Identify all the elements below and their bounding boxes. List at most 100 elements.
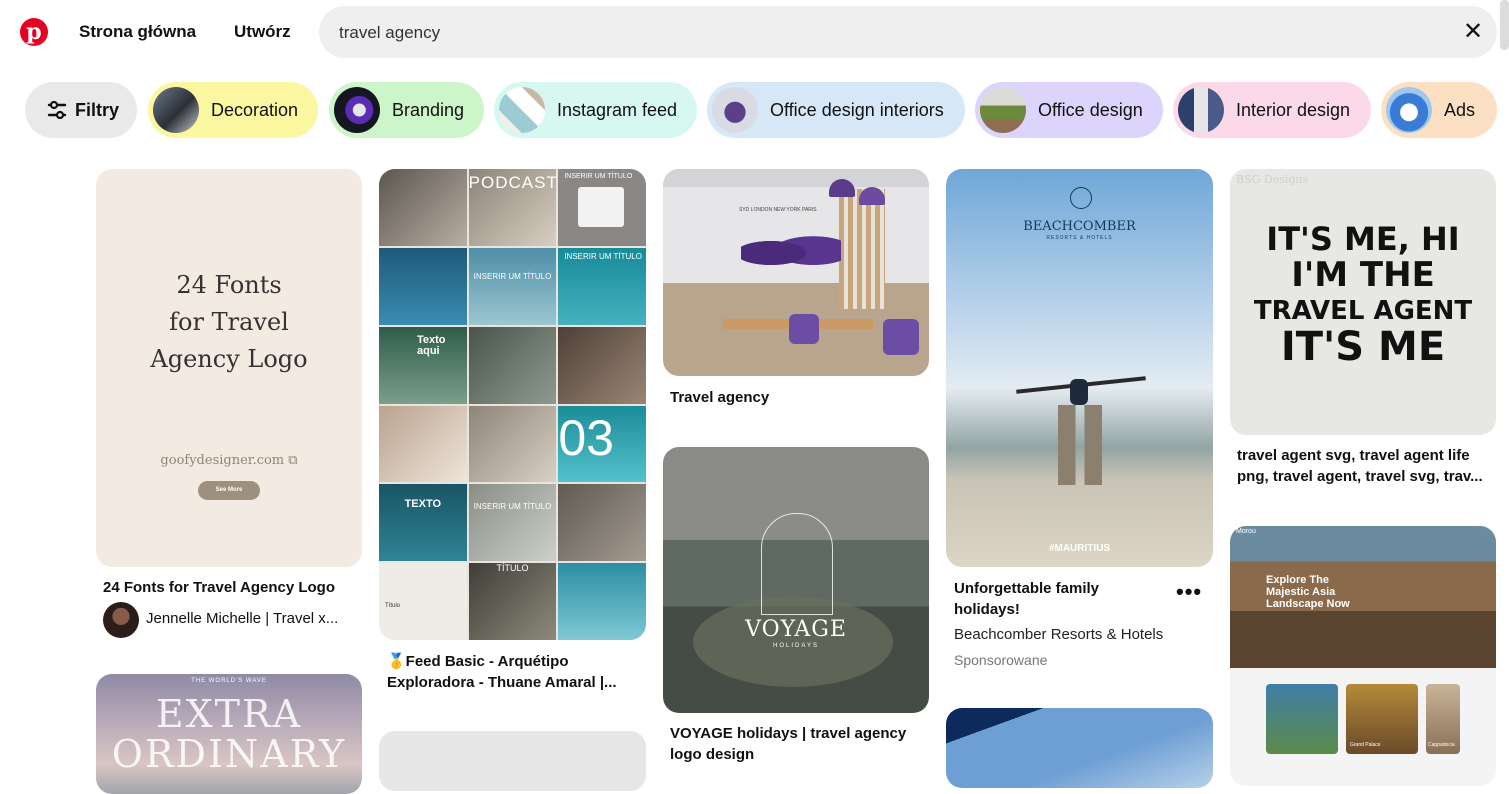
tile-text: TÍTULO bbox=[496, 563, 529, 574]
pin-image[interactable]: THE WORLD'S WAVE EXTRA ORDINARY bbox=[96, 674, 362, 794]
image-headline: EXTRA ORDINARY bbox=[96, 694, 362, 774]
chip-thumbnail bbox=[153, 87, 199, 133]
pin-title[interactable]: Unforgettable family holidays! bbox=[954, 578, 1154, 620]
headline-line: Explore The bbox=[1266, 574, 1329, 586]
chip-thumbnail bbox=[1386, 87, 1432, 133]
pin-image[interactable] bbox=[379, 731, 646, 791]
pin-image[interactable]: SYD LONDON NEW YORK PARIS bbox=[663, 169, 929, 376]
pin-image[interactable]: 24 Fonts for Travel Agency Logo goofydes… bbox=[96, 169, 362, 567]
advertiser-name[interactable]: Beachcomber Resorts & Hotels bbox=[954, 626, 1209, 643]
chip-thumbnail bbox=[712, 87, 758, 133]
brand-text: BEACHCOMBER bbox=[1023, 219, 1136, 234]
pin-fonts[interactable]: 24 Fonts for Travel Agency Logo goofydes… bbox=[96, 169, 362, 639]
chip-thumbnail bbox=[1178, 87, 1224, 133]
grid-tile: PODCAST bbox=[468, 169, 557, 246]
filters-button[interactable]: Filtry bbox=[25, 82, 137, 138]
pin-placeholder[interactable] bbox=[379, 731, 646, 791]
site-brand: Morou bbox=[1236, 528, 1256, 535]
pin-title[interactable]: 🥇Feed Basic - Arquétipo Exploradora - Th… bbox=[387, 651, 642, 693]
beachcomber-logo-icon bbox=[1070, 187, 1092, 209]
pin-image[interactable]: PODCAST INSERIR UM TÍTULO INSERIR UM TÍT… bbox=[379, 169, 646, 640]
pin-sky[interactable] bbox=[946, 708, 1213, 788]
voyage-logo-arch bbox=[761, 513, 833, 615]
pin-image[interactable]: VOYAGE HOLIDAYS bbox=[663, 447, 929, 713]
ceiling bbox=[663, 169, 929, 187]
hero-headline: Explore The Majestic Asia Landscape Now bbox=[1266, 574, 1350, 610]
pin-voyage[interactable]: VOYAGE HOLIDAYS VOYAGE holidays | travel… bbox=[663, 447, 929, 763]
pinterest-logo-icon[interactable]: p bbox=[20, 18, 48, 46]
see-more-button-image: See More bbox=[198, 481, 260, 500]
grid-tile: INSERIR UM TÍTULO bbox=[558, 169, 646, 246]
grid-tile bbox=[558, 484, 646, 562]
pin-author[interactable]: Jennelle Michelle | Travel x... bbox=[146, 610, 356, 627]
grid-tile bbox=[558, 563, 646, 640]
grid-tile: 03 bbox=[558, 405, 646, 483]
headline-line: Majestic Asia bbox=[1266, 586, 1336, 598]
pin-travel-agent-svg[interactable]: BSG Designs IT'S ME, HI I'M THE TRAVEL A… bbox=[1230, 169, 1496, 494]
card-label: Grand Palace bbox=[1350, 742, 1381, 748]
pin-extraordinary[interactable]: THE WORLD'S WAVE EXTRA ORDINARY bbox=[96, 674, 362, 794]
pin-office[interactable]: SYD LONDON NEW YORK PARIS Travel agency bbox=[663, 169, 929, 414]
more-options-icon[interactable]: ••• bbox=[1176, 579, 1202, 605]
pin-title[interactable]: VOYAGE holidays | travel agency logo des… bbox=[670, 723, 925, 765]
pin-title[interactable]: 24 Fonts for Travel Agency Logo bbox=[103, 577, 358, 598]
card-label: Cappadocia bbox=[1428, 742, 1455, 748]
person-torso bbox=[1070, 379, 1088, 405]
quote-line: IT'S ME, HI bbox=[1266, 220, 1460, 258]
person-legs bbox=[1058, 405, 1102, 485]
grid-tile: INSERIR UM TÍTULO bbox=[468, 247, 557, 325]
grid-tile bbox=[379, 169, 467, 246]
pin-title[interactable]: travel agent svg, travel agent life png,… bbox=[1237, 445, 1492, 487]
pin-instagram-feed[interactable]: PODCAST INSERIR UM TÍTULO INSERIR UM TÍT… bbox=[379, 169, 646, 699]
heading-line: 24 Fonts bbox=[176, 271, 282, 299]
chip-thumbnail bbox=[980, 87, 1026, 133]
avatar[interactable] bbox=[103, 602, 139, 638]
pin-image[interactable]: Morou Explore The Majestic Asia Landscap… bbox=[1230, 526, 1496, 786]
search-bar: ✕ bbox=[319, 6, 1497, 60]
voyage-sub: HOLIDAYS bbox=[773, 643, 819, 649]
tile-text: INSERIR UM TÍTULO bbox=[473, 502, 552, 512]
close-icon[interactable]: ✕ bbox=[1461, 20, 1485, 44]
chip-ads[interactable]: Ads bbox=[1381, 82, 1497, 138]
filter-chip-row: Filtry Decoration Branding Instagram fee… bbox=[25, 82, 1509, 138]
pin-image[interactable]: BEACHCOMBER RESORTS & HOTELS #MAURITIUS bbox=[946, 169, 1213, 567]
tile-text: INSERIR UM TÍTULO bbox=[473, 271, 552, 281]
quote-line: IT'S ME bbox=[1280, 324, 1446, 370]
pin-image[interactable]: BSG Designs IT'S ME, HI I'M THE TRAVEL A… bbox=[1230, 169, 1496, 435]
grid-tile bbox=[468, 405, 557, 483]
pin-beachcomber[interactable]: BEACHCOMBER RESORTS & HOTELS #MAURITIUS … bbox=[946, 169, 1213, 674]
heading-line: Agency Logo bbox=[150, 345, 308, 373]
headline-line: Landscape Now bbox=[1266, 598, 1350, 610]
chip-decoration[interactable]: Decoration bbox=[148, 82, 318, 138]
tile-text: TEXTO bbox=[404, 498, 442, 511]
pin-asia[interactable]: Morou Explore The Majestic Asia Landscap… bbox=[1230, 526, 1496, 786]
chip-label: Instagram feed bbox=[557, 99, 678, 120]
chip-interior-design[interactable]: Interior design bbox=[1173, 82, 1371, 138]
nav-home-link[interactable]: Strona główna bbox=[79, 22, 196, 42]
sponsored-label: Sponsorowane bbox=[954, 652, 1048, 668]
chip-instagram-feed[interactable]: Instagram feed bbox=[494, 82, 697, 138]
destination-card bbox=[1266, 684, 1338, 754]
cities-text: SYD LONDON NEW YORK PARIS bbox=[739, 207, 817, 213]
chip-label: Decoration bbox=[211, 99, 299, 120]
grid-tile: TEXTO bbox=[379, 484, 467, 562]
search-input[interactable] bbox=[337, 6, 1441, 60]
image-small-text: THE WORLD'S WAVE bbox=[191, 678, 267, 684]
tile-text: Título bbox=[385, 603, 401, 610]
pin-title[interactable]: Travel agency bbox=[670, 387, 925, 408]
chip-label: Office design interiors bbox=[770, 99, 944, 120]
chip-office-design[interactable]: Office design bbox=[975, 82, 1163, 138]
pin-image-heading: 24 Fonts for Travel Agency Logo bbox=[96, 267, 362, 378]
pin-image[interactable] bbox=[946, 708, 1213, 788]
nav-create-link[interactable]: Utwórz bbox=[234, 22, 291, 42]
chip-office-design-interiors[interactable]: Office design interiors bbox=[707, 82, 965, 138]
chip-branding[interactable]: Branding bbox=[329, 82, 484, 138]
calendar-graphic bbox=[578, 187, 625, 227]
grid-tile bbox=[379, 247, 467, 325]
destination-card: Grand Palace bbox=[1346, 684, 1418, 754]
chip-thumbnail bbox=[499, 87, 545, 133]
tile-text: INSERIR UM TÍTULO bbox=[564, 251, 642, 261]
headline-line: ORDINARY bbox=[111, 732, 347, 776]
grid-tile: Título bbox=[379, 563, 467, 640]
page-scrollbar[interactable] bbox=[1500, 0, 1509, 50]
